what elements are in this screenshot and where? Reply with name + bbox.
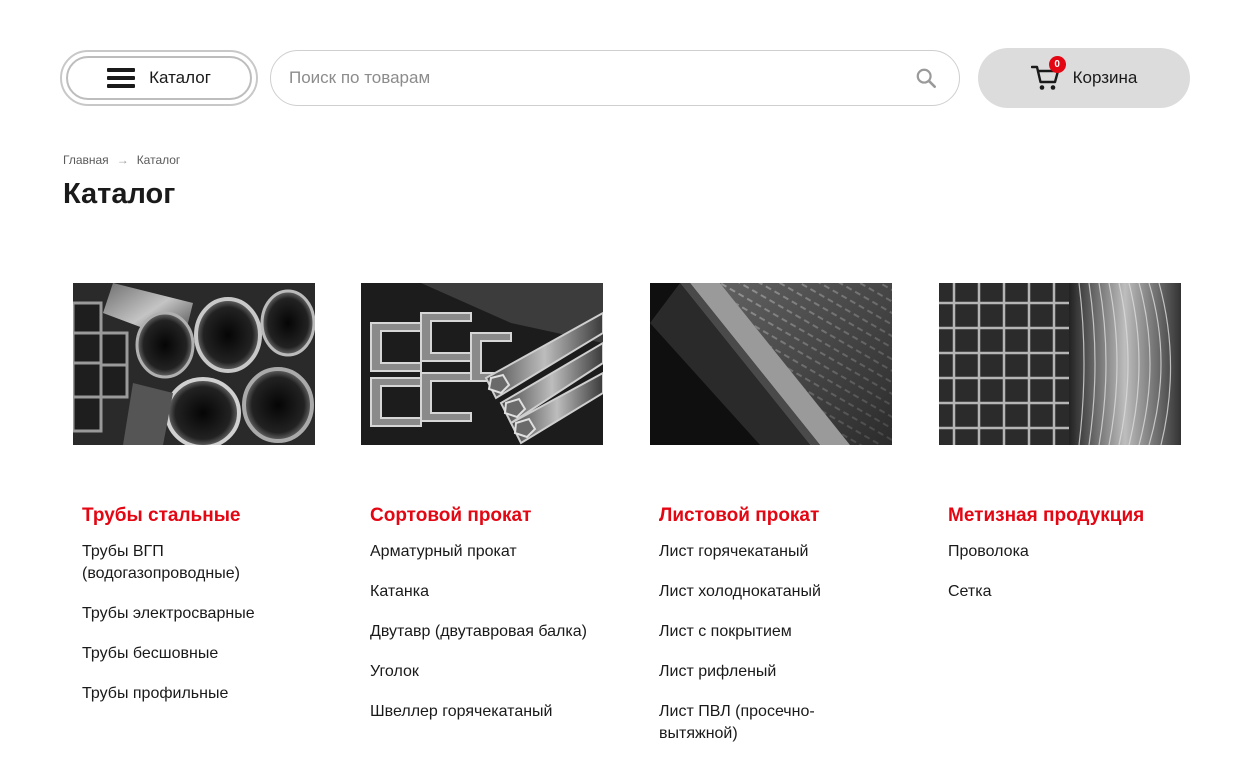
category-card-pipes: Трубы стальные Трубы ВГП (водогазопровод… [73, 283, 315, 723]
cart-count-badge: 0 [1048, 56, 1066, 73]
category-list-long-products: Арматурный прокат Катанка Двутавр (двута… [361, 541, 603, 723]
category-link[interactable]: Проволока [948, 541, 1178, 563]
category-image-long-products[interactable] [361, 283, 603, 445]
category-list-hardware: Проволока Сетка [939, 541, 1181, 603]
category-image-sheet-products[interactable] [650, 283, 892, 445]
category-link[interactable]: Лист ПВЛ (просечно-вытяжной) [659, 701, 889, 745]
search-input[interactable] [289, 68, 915, 88]
category-link[interactable]: Трубы электросварные [82, 603, 312, 625]
category-link[interactable]: Швеллер горячекатаный [370, 701, 600, 723]
category-list-sheet-products: Лист горячекатаный Лист холоднокатаный Л… [650, 541, 892, 745]
category-link[interactable]: Катанка [370, 581, 600, 603]
category-link[interactable]: Двутавр (двутавровая балка) [370, 621, 600, 643]
category-link[interactable]: Лист холоднокатаный [659, 581, 889, 603]
category-link[interactable]: Трубы профильные [82, 683, 312, 705]
catalog-button-label: Каталог [149, 68, 211, 87]
category-title-hardware[interactable]: Метизная продукция [939, 505, 1181, 527]
menu-icon [107, 68, 136, 88]
category-link[interactable]: Сетка [948, 581, 1178, 603]
category-card-hardware: Метизная продукция Проволока Сетка [939, 283, 1181, 621]
category-grid: Трубы стальные Трубы ВГП (водогазопровод… [73, 283, 1181, 763]
category-link[interactable]: Арматурный прокат [370, 541, 600, 563]
category-list-pipes: Трубы ВГП (водогазопроводные) Трубы элек… [73, 541, 315, 705]
category-link[interactable]: Трубы бесшовные [82, 643, 312, 665]
category-image-pipes[interactable] [73, 283, 315, 445]
category-link[interactable]: Лист горячекатаный [659, 541, 889, 563]
category-title-sheet-products[interactable]: Листовой прокат [650, 505, 892, 527]
category-title-pipes[interactable]: Трубы стальные [73, 505, 315, 527]
breadcrumb-separator: → [116, 153, 129, 167]
category-title-long-products[interactable]: Сортовой прокат [361, 505, 603, 527]
page-title: Каталог [63, 178, 176, 210]
category-link[interactable]: Лист рифленый [659, 661, 889, 683]
search-icon[interactable] [915, 67, 937, 89]
site-header: Каталог 0 Корзина [60, 48, 1190, 108]
breadcrumb-current: Каталог [136, 153, 181, 167]
breadcrumb: Главная → Каталог [63, 153, 180, 167]
category-link[interactable]: Трубы ВГП (водогазопроводные) [82, 541, 312, 585]
category-link[interactable]: Лист с покрытием [659, 621, 889, 643]
cart-button[interactable]: 0 Корзина [978, 48, 1190, 108]
cart-label: Корзина [1072, 68, 1138, 87]
category-image-hardware[interactable] [939, 283, 1181, 445]
catalog-button-inner: Каталог [66, 56, 252, 100]
category-card-sheet-products: Листовой прокат Лист горячекатаный Лист … [650, 283, 892, 763]
category-link[interactable]: Уголок [370, 661, 600, 683]
catalog-button[interactable]: Каталог [60, 50, 258, 106]
search-box [270, 50, 960, 106]
category-card-long-products: Сортовой прокат Арматурный прокат Катанк… [361, 283, 603, 741]
breadcrumb-home-link[interactable]: Главная [63, 153, 109, 167]
cart-icon-wrap: 0 [1030, 56, 1066, 92]
